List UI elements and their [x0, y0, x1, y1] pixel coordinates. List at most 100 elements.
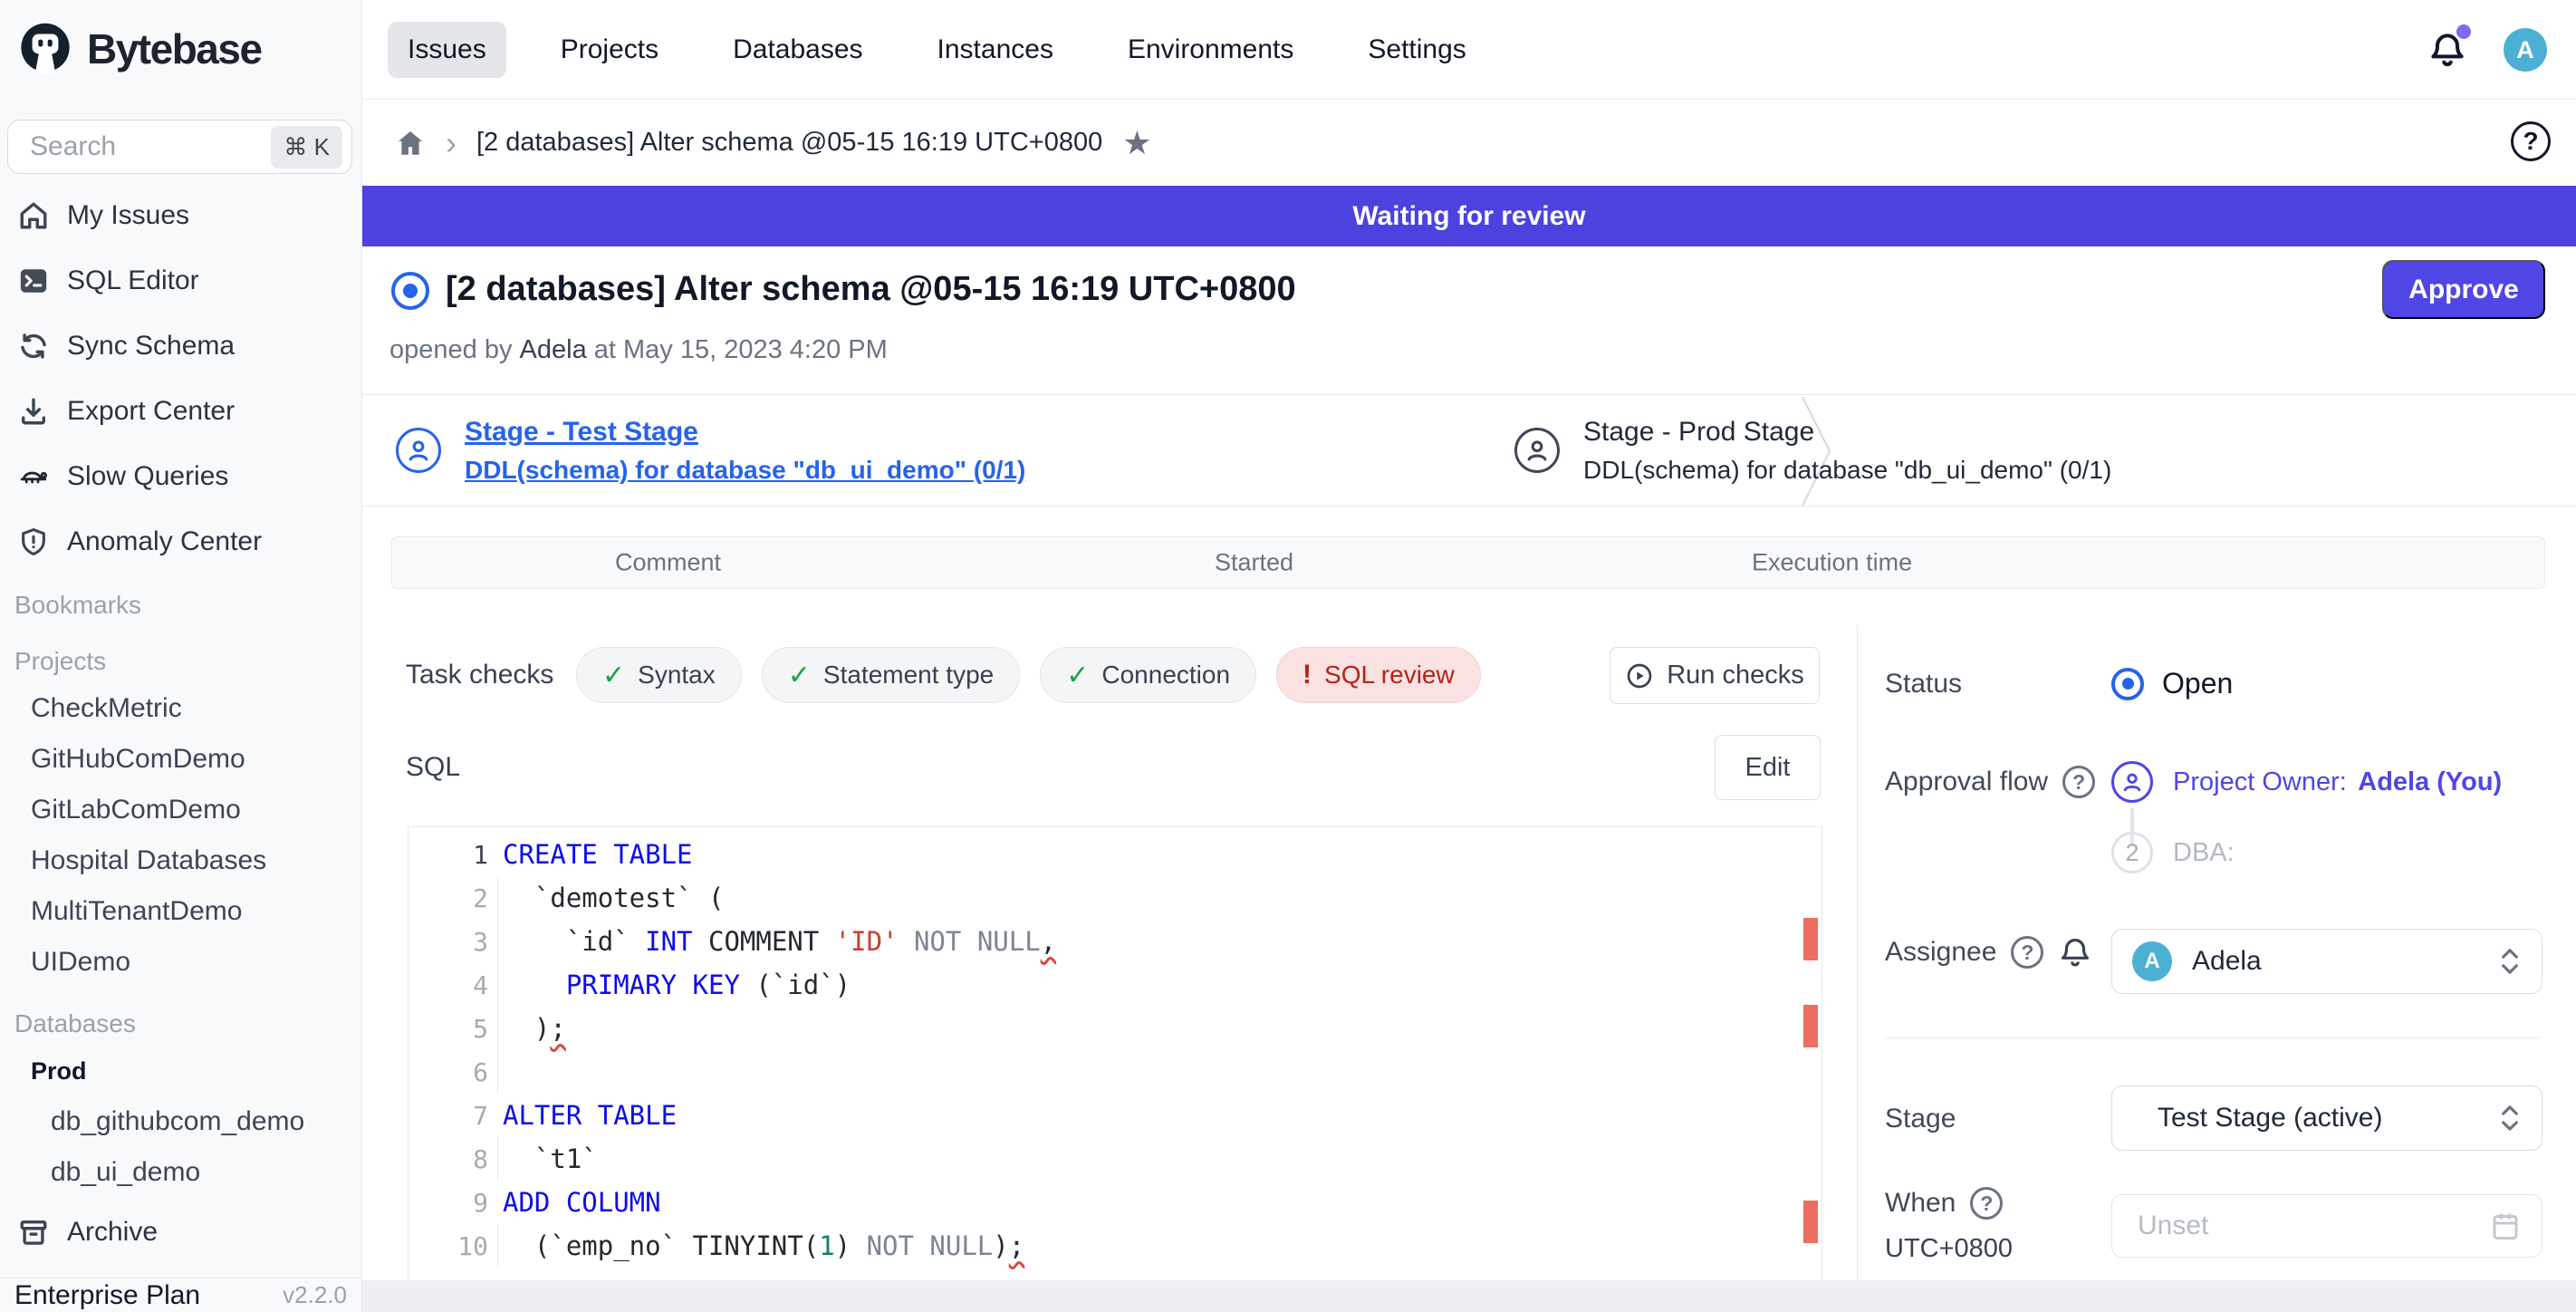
- sidebar-project-hospital-databases[interactable]: Hospital Databases: [0, 835, 361, 886]
- stage-select[interactable]: Test Stage (active): [2111, 1085, 2542, 1151]
- stage-test-task[interactable]: DDL(schema) for database "db_ui_demo" (0…: [465, 456, 1025, 485]
- stage-label-row: Stage: [1885, 1104, 1956, 1134]
- approval-role-dba: DBA:: [2173, 838, 2235, 868]
- tab-settings[interactable]: Settings: [1348, 22, 1485, 78]
- search-input[interactable]: [30, 131, 271, 162]
- sidebar-db-githubcom-demo[interactable]: db_githubcom_demo: [0, 1096, 361, 1147]
- issue-meta: opened by Adela at May 15, 2023 4:20 PM: [389, 335, 888, 365]
- run-checks-button[interactable]: Run checks: [1610, 647, 1820, 704]
- tab-databases[interactable]: Databases: [713, 22, 882, 78]
- error-ruler-mark: [1803, 918, 1818, 960]
- edit-sql-button[interactable]: Edit: [1715, 735, 1821, 800]
- stage-pipeline: Stage - Test Stage DDL(schema) for datab…: [362, 394, 2576, 506]
- column-started: Started: [1215, 549, 1293, 577]
- select-stepper-icon: [2498, 1103, 2522, 1134]
- check-sql-review[interactable]: ! SQL review: [1276, 647, 1481, 703]
- stage-test-stage[interactable]: Stage - Test Stage DDL(schema) for datab…: [396, 395, 1025, 506]
- issue-side-panel: Status Open Approval flow ? Project Owne…: [1857, 625, 2576, 1280]
- sql-editor[interactable]: 1CREATE TABLE 2 `demotest` ( 3 `id` INT …: [408, 826, 1822, 1282]
- download-icon: [18, 396, 49, 427]
- sidebar-item-archive[interactable]: Archive: [0, 1198, 361, 1267]
- sidebar-project-gitlabcomdemo[interactable]: GitLabComDemo: [0, 785, 361, 835]
- when-help-icon[interactable]: ?: [1970, 1187, 2003, 1220]
- check-error-icon: !: [1302, 660, 1312, 690]
- banner-text: Waiting for review: [1352, 201, 1585, 232]
- search-box[interactable]: ⌘ K: [7, 120, 352, 174]
- top-bar: Issues Projects Databases Instances Envi…: [362, 0, 2576, 100]
- content-bottom-strip: [362, 1280, 2576, 1312]
- check-pass-icon: ✓: [788, 660, 811, 691]
- assignee-help-icon[interactable]: ?: [2011, 936, 2043, 969]
- when-datetime-input[interactable]: Unset: [2111, 1194, 2542, 1258]
- sidebar-project-multitenantdemo[interactable]: MultiTenantDemo: [0, 886, 361, 937]
- error-ruler-mark: [1803, 1201, 1818, 1243]
- sidebar: Bytebase ⌘ K My Issues: [0, 0, 362, 1312]
- calendar-icon: [2489, 1210, 2522, 1242]
- home-icon: [18, 200, 49, 231]
- user-avatar[interactable]: A: [2504, 28, 2547, 72]
- sidebar-item-sql-editor[interactable]: SQL Editor: [0, 248, 361, 314]
- status-label-row: Status: [1885, 669, 1962, 699]
- open-status-icon: [2111, 668, 2144, 700]
- assignee-avatar: A: [2132, 941, 2172, 981]
- turtle-icon: [18, 461, 49, 492]
- stage-prod-stage[interactable]: Stage - Prod Stage DDL(schema) for datab…: [1514, 395, 2111, 506]
- assignee-person-icon: [396, 428, 441, 473]
- stage-test-name[interactable]: Stage - Test Stage: [465, 417, 1025, 448]
- breadcrumb-home-icon[interactable]: [395, 128, 426, 159]
- assignee-select[interactable]: A Adela: [2111, 929, 2542, 994]
- breadcrumb-page-title: [2 databases] Alter schema @05-15 16:19 …: [476, 128, 1102, 158]
- when-label-row: When ?: [1885, 1187, 2003, 1220]
- tab-projects[interactable]: Projects: [541, 22, 678, 78]
- sidebar-project-checkmetric[interactable]: CheckMetric: [0, 683, 361, 734]
- opened-by-prefix: opened by: [389, 335, 512, 364]
- help-icon[interactable]: ?: [2511, 121, 2551, 161]
- approver-person-icon: [2111, 761, 2153, 803]
- when-label: When: [1885, 1188, 1956, 1219]
- sidebar-project-uidemo[interactable]: UIDemo: [0, 937, 361, 988]
- sidebar-section-databases: Databases: [0, 988, 361, 1046]
- approval-approver[interactable]: Adela (You): [2358, 767, 2502, 796]
- sidebar-footer: Enterprise Plan v2.2.0: [0, 1278, 361, 1312]
- sidebar-nav: My Issues SQL Editor: [0, 183, 361, 1267]
- task-checks-label: Task checks: [406, 660, 553, 690]
- approval-help-icon[interactable]: ?: [2062, 766, 2095, 798]
- sidebar-item-slow-queries[interactable]: Slow Queries: [0, 444, 361, 509]
- sidebar-item-export-center[interactable]: Export Center: [0, 379, 361, 444]
- code-line: 7ALTER TABLE: [409, 1094, 1821, 1137]
- check-pass-icon: ✓: [1066, 660, 1089, 691]
- check-syntax[interactable]: ✓ Syntax: [576, 647, 742, 703]
- code-line: 9ADD COLUMN: [409, 1181, 1821, 1224]
- terminal-icon: [18, 265, 49, 296]
- bytebase-logo[interactable]: Bytebase: [16, 20, 262, 78]
- code-line: 1CREATE TABLE: [409, 833, 1821, 876]
- panel-divider: [1885, 1037, 2540, 1038]
- task-check-pills: ✓ Syntax ✓ Statement type ✓ Connection !…: [576, 647, 1481, 703]
- stage-label: Stage: [1885, 1104, 1956, 1134]
- column-comment: Comment: [615, 549, 721, 577]
- bookmark-star-icon[interactable]: ★: [1122, 124, 1151, 162]
- plan-label: Enterprise Plan: [14, 1280, 200, 1311]
- assignee-person-icon: [1514, 428, 1560, 473]
- approve-button[interactable]: Approve: [2382, 260, 2545, 319]
- tab-environments[interactable]: Environments: [1108, 22, 1313, 78]
- approval-step-2: 2 DBA:: [2111, 832, 2235, 873]
- when-timezone: UTC+0800: [1885, 1234, 2013, 1264]
- sync-icon: [18, 331, 49, 362]
- stage-value: Test Stage (active): [2158, 1103, 2498, 1134]
- select-stepper-icon: [2498, 946, 2522, 977]
- issue-header: [2 databases] Alter schema @05-15 16:19 …: [362, 246, 2576, 394]
- check-connection[interactable]: ✓ Connection: [1040, 647, 1256, 703]
- sidebar-project-githubcomdemo[interactable]: GitHubComDemo: [0, 734, 361, 785]
- sidebar-item-my-issues[interactable]: My Issues: [0, 183, 361, 248]
- notifications-bell-icon[interactable]: [2427, 30, 2467, 70]
- check-statement-type[interactable]: ✓ Statement type: [762, 647, 1020, 703]
- issue-author[interactable]: Adela: [520, 335, 587, 364]
- sidebar-db-ui-demo[interactable]: db_ui_demo: [0, 1147, 361, 1198]
- search-shortcut-badge: ⌘ K: [271, 126, 342, 169]
- tab-instances[interactable]: Instances: [918, 22, 1073, 78]
- assignee-notify-bell-icon[interactable]: [2058, 935, 2092, 970]
- tab-issues[interactable]: Issues: [388, 22, 506, 78]
- sidebar-item-anomaly-center[interactable]: Anomaly Center: [0, 509, 361, 574]
- sidebar-item-sync-schema[interactable]: Sync Schema: [0, 314, 361, 379]
